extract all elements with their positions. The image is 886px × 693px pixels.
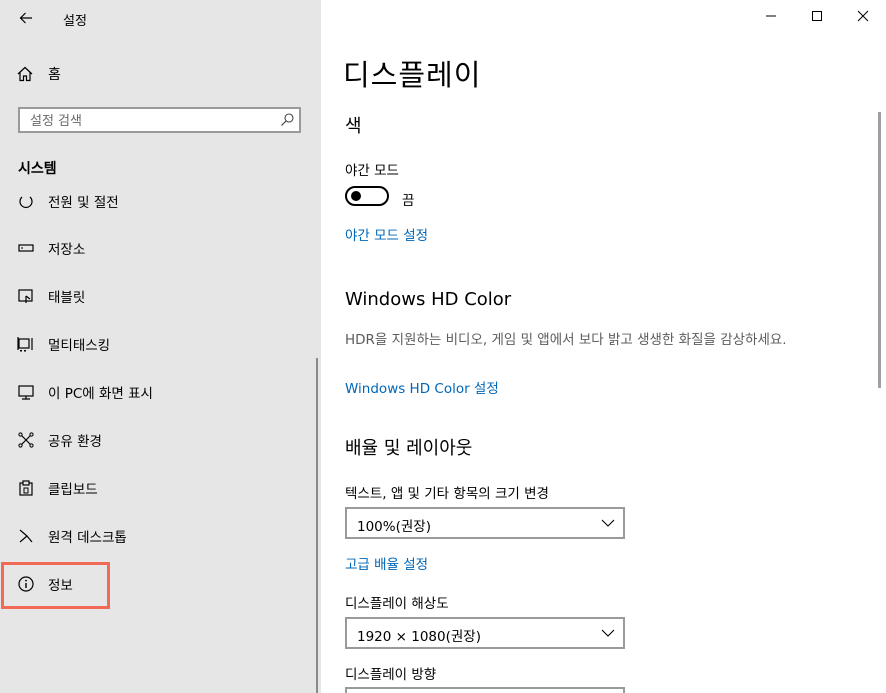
nav-list: 전원 및 절전 저장소 태블릿 멀티태스킹 이 PC에 화면 표시 공유 환경 …: [0, 195, 321, 693]
sidebar-item-label: 전원 및 절전: [48, 195, 119, 211]
home-icon: [17, 66, 33, 82]
chevron-down-icon: [601, 629, 615, 637]
orientation-dropdown[interactable]: [345, 687, 625, 693]
hdr-section-title: Windows HD Color: [345, 289, 512, 310]
sidebar-item-label: 멀티태스킹: [48, 338, 111, 354]
project-icon: [16, 382, 36, 402]
sidebar-item-power[interactable]: 전원 및 절전: [0, 195, 321, 223]
hdr-description: HDR을 지원하는 비디오, 게임 및 앱에서 보다 밝고 생생한 화질을 감상…: [345, 332, 787, 348]
power-icon: [16, 195, 36, 211]
sidebar-item-clipboard[interactable]: 클립보드: [0, 466, 321, 510]
sidebar-item-label: 이 PC에 화면 표시: [48, 386, 153, 402]
page-title: 디스플레이: [343, 58, 482, 92]
minimize-icon: [766, 15, 776, 17]
advanced-scaling-link[interactable]: 고급 배율 설정: [345, 553, 428, 573]
main-content: 디스플레이 색 야간 모드 끔 야간 모드 설정 Windows HD Colo…: [321, 0, 886, 693]
night-mode-label: 야간 모드: [345, 163, 399, 179]
shared-experiences-icon: [16, 430, 36, 450]
text-size-value: 100%(권장): [357, 519, 431, 535]
search-icon: [281, 113, 294, 126]
clipboard-icon: [16, 478, 36, 498]
night-mode-toggle[interactable]: [345, 186, 389, 206]
sidebar-home[interactable]: 홈: [16, 62, 61, 86]
sidebar-item-label: 공유 환경: [48, 434, 102, 450]
sidebar-item-remote-desktop[interactable]: 원격 데스크톱: [0, 514, 321, 558]
toggle-state-text: 끔: [402, 193, 415, 209]
close-icon: [857, 10, 869, 22]
maximize-button[interactable]: [794, 0, 840, 32]
night-mode-settings-link[interactable]: 야간 모드 설정: [345, 224, 428, 244]
sidebar-item-label: 태블릿: [48, 290, 86, 306]
resolution-dropdown[interactable]: 1920 × 1080(권장): [345, 617, 625, 649]
main-scrollbar[interactable]: [878, 112, 881, 388]
sidebar: 설정 홈 시스템 전원 및 절전 저장소: [0, 0, 321, 693]
sidebar-item-project[interactable]: 이 PC에 화면 표시: [0, 370, 321, 414]
scale-section-title: 배율 및 레이아웃: [345, 438, 473, 459]
sidebar-item-label: 원격 데스크톱: [48, 530, 127, 546]
sidebar-item-multitasking[interactable]: 멀티태스킹: [0, 322, 321, 366]
sidebar-item-shared[interactable]: 공유 환경: [0, 418, 321, 462]
sidebar-item-tablet[interactable]: 태블릿: [0, 274, 321, 318]
window-title: 설정: [63, 14, 87, 29]
tablet-icon: [16, 286, 36, 306]
search-input[interactable]: [28, 111, 277, 131]
search-box[interactable]: [18, 107, 301, 133]
resolution-value: 1920 × 1080(권장): [357, 629, 481, 645]
storage-icon: [16, 238, 36, 258]
toggle-knob: [351, 191, 361, 201]
color-section-title: 색: [345, 116, 362, 137]
remote-desktop-icon: [16, 526, 36, 546]
home-label: 홈: [48, 67, 61, 83]
resolution-label: 디스플레이 해상도: [345, 596, 449, 612]
sidebar-scrollbar[interactable]: [316, 358, 318, 693]
orientation-label: 디스플레이 방향: [345, 667, 437, 683]
hdr-settings-link[interactable]: Windows HD Color 설정: [345, 377, 499, 397]
minimize-button[interactable]: [748, 0, 794, 32]
sidebar-item-label: 저장소: [48, 242, 86, 258]
back-button[interactable]: [14, 6, 38, 30]
chevron-down-icon: [601, 519, 615, 527]
sidebar-item-label: 클립보드: [48, 482, 98, 498]
sidebar-item-storage[interactable]: 저장소: [0, 226, 321, 270]
highlight-box: [1, 562, 110, 609]
maximize-icon: [812, 11, 822, 21]
close-button[interactable]: [840, 0, 886, 32]
back-arrow-icon: [19, 12, 32, 24]
multitasking-icon: [16, 334, 36, 354]
section-title: 시스템: [18, 161, 57, 177]
text-size-dropdown[interactable]: 100%(권장): [345, 507, 625, 539]
text-size-label: 텍스트, 앱 및 기타 항목의 크기 변경: [345, 486, 549, 502]
